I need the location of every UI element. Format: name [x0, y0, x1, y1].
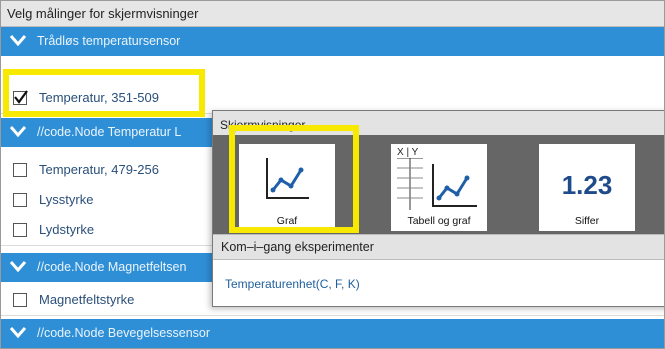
- digits-icon: 1.23: [561, 170, 613, 200]
- group-label: Trådløs temperatursensor: [37, 34, 181, 48]
- tile-siffer[interactable]: 1.23 Siffer: [539, 144, 635, 231]
- table-header-text: X | Y: [397, 147, 419, 158]
- dialog-title: Velg målinger for skjermvisninger: [7, 6, 199, 21]
- table-graph-icon: [397, 158, 477, 210]
- section-title: Kom–i–gang eksperimenter: [221, 240, 374, 254]
- tile-label: Tabell og graf: [407, 215, 471, 227]
- section-header-getting-started: Kom–i–gang eksperimenter: [213, 234, 664, 260]
- checkbox[interactable]: [13, 293, 27, 307]
- group-label: //code.Node Temperatur L: [37, 125, 182, 139]
- tile-tabell-og-graf[interactable]: X | Y Tabell og graf: [391, 144, 487, 231]
- measurement-label: Temperatur, 479-256: [39, 162, 159, 177]
- tile-label: Siffer: [574, 215, 600, 227]
- checkbox[interactable]: [13, 223, 27, 237]
- group-label: //code.Node Magnetfeltsen: [37, 260, 187, 274]
- measurement-label: Lydstyrke: [39, 222, 95, 237]
- chevron-down-icon: [9, 261, 27, 273]
- experiment-link[interactable]: Temperaturenhet(C, F, K): [225, 277, 360, 291]
- chevron-down-icon: [9, 126, 27, 138]
- highlight-box-selected-measurement: [3, 69, 205, 117]
- checkbox[interactable]: [13, 193, 27, 207]
- checkbox[interactable]: [13, 163, 27, 177]
- group-header-wireless-temperature[interactable]: Trådløs temperatursensor: [1, 27, 664, 56]
- measurement-label: Lysstyrke: [39, 192, 94, 207]
- highlight-box-graph-tile: [229, 125, 359, 233]
- measurement-dialog: Velg målinger for skjermvisninger Trådlø…: [0, 0, 665, 349]
- group-header-node-motion[interactable]: //code.Node Bevegelsessensor: [1, 319, 664, 348]
- chevron-down-icon: [9, 327, 27, 339]
- measurement-label: Magnetfeltstyrke: [39, 292, 135, 307]
- chevron-down-icon: [9, 35, 27, 47]
- dialog-titlebar: Velg målinger for skjermvisninger: [1, 1, 664, 27]
- group-label: //code.Node Bevegelsessensor: [37, 326, 211, 340]
